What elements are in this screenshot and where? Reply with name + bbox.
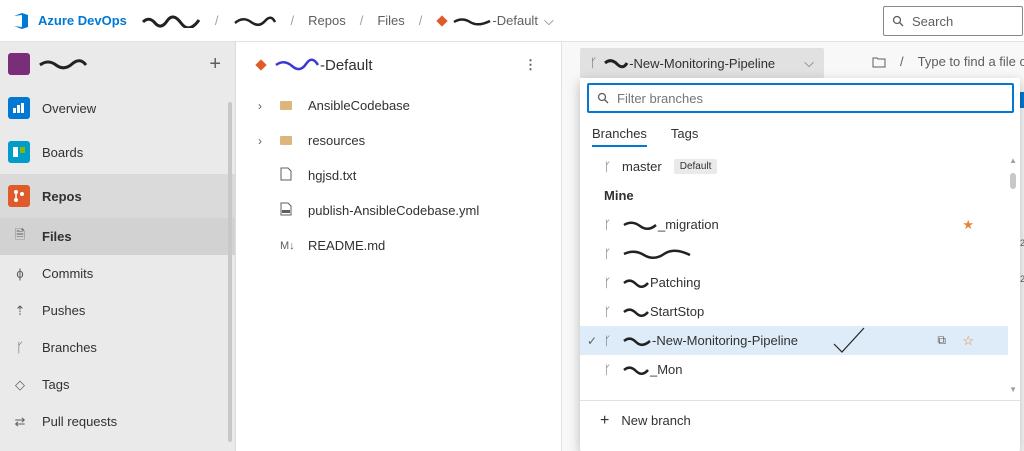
branch-icon: ᚴ	[604, 275, 612, 290]
project-avatar	[8, 53, 30, 75]
commits-icon: ϕ	[16, 266, 24, 281]
nav-tags[interactable]: ◇ Tags	[0, 366, 235, 403]
pushes-icon: ⇡	[14, 302, 26, 318]
copy-icon[interactable]: ⧉	[937, 333, 946, 348]
section-mine: Mine	[604, 188, 634, 203]
tab-branches[interactable]: Branches	[592, 126, 647, 147]
nav-pushes[interactable]: ⇡ Pushes	[0, 292, 235, 329]
git-icon	[436, 14, 449, 27]
path-bar[interactable]: / Type to find a file o	[872, 54, 1024, 69]
search-box[interactable]: Search	[883, 6, 1023, 36]
breadcrumb-project[interactable]: /	[215, 13, 277, 28]
branch-tabs: Branches Tags	[592, 126, 722, 147]
branch-icon: ᚴ	[604, 304, 612, 319]
check-icon: ✓	[587, 333, 598, 348]
add-icon[interactable]: +	[209, 53, 221, 76]
scroll-up-icon[interactable]: ▲	[1009, 156, 1017, 165]
tree-row-folder[interactable]: › AnsibleCodebase	[236, 88, 561, 123]
project-selector[interactable]: +	[0, 42, 235, 86]
tags-icon: ◇	[15, 376, 25, 392]
overview-icon	[8, 97, 30, 119]
pull-requests-icon: ⇄	[14, 413, 26, 429]
branch-item-selected[interactable]: ✓ ᚴ -New-Monitoring-Pipeline ⧉ ☆	[580, 326, 1008, 355]
filter-branches-field[interactable]	[587, 83, 1014, 113]
branches-icon: ᚴ	[16, 340, 24, 355]
yml-file-icon	[280, 202, 296, 219]
markdown-icon: M↓	[280, 239, 295, 252]
branch-item[interactable]: ᚴ	[580, 239, 1008, 268]
star-outline-icon[interactable]: ☆	[962, 333, 974, 349]
search-icon	[597, 92, 609, 104]
azure-devops-logo-icon[interactable]	[12, 12, 30, 30]
folder-icon	[280, 98, 296, 113]
tab-tags[interactable]: Tags	[671, 126, 698, 147]
new-branch-button[interactable]: + New branch	[580, 400, 1020, 440]
nav-files[interactable]: 🗎 Files	[0, 218, 235, 255]
repo-header[interactable]: -Default ⋮	[236, 42, 561, 88]
nav-overview[interactable]: Overview	[0, 86, 235, 130]
repos-icon	[8, 185, 30, 207]
branch-dropdown: Branches Tags ᚴ master Default Mine ᚴ _m…	[580, 78, 1020, 451]
branch-icon: ᚴ	[604, 362, 612, 377]
chevron-right-icon[interactable]: ›	[258, 134, 270, 148]
nav-commits[interactable]: ϕ Commits	[0, 255, 235, 292]
branch-icon: ᚴ	[604, 217, 612, 232]
branch-item[interactable]: ᚴ _migration ★	[580, 210, 1008, 239]
chevron-down-icon: ⌵	[804, 55, 814, 70]
handwritten-check-mark	[833, 327, 865, 353]
plus-icon: +	[600, 411, 610, 429]
search-placeholder: Search	[912, 13, 954, 29]
more-options-icon[interactable]: ⋮	[524, 57, 537, 73]
scroll-down-icon[interactable]: ▼	[1009, 385, 1017, 394]
edge-text: 2	[1020, 238, 1024, 248]
nav-boards[interactable]: Boards	[0, 130, 235, 174]
branch-list[interactable]: ᚴ master Default Mine ᚴ _migration ★ ᚴ ᚴ…	[580, 152, 1008, 397]
boards-icon	[8, 141, 30, 163]
tree-row-file[interactable]: publish-AnsibleCodebase.yml	[236, 193, 561, 228]
breadcrumb-files[interactable]: / Files	[360, 13, 405, 28]
breadcrumb-repo[interactable]: / -Default ⌵	[419, 13, 554, 29]
chevron-right-icon[interactable]: ›	[258, 99, 270, 113]
star-filled-icon[interactable]: ★	[962, 217, 974, 233]
brand-name[interactable]: Azure DevOps	[38, 13, 127, 28]
chevron-down-icon: ⌵	[543, 12, 554, 28]
branch-icon: ᚴ	[590, 56, 598, 70]
branch-item[interactable]: ᚴ StartStop	[580, 297, 1008, 326]
breadcrumb-repos[interactable]: / Repos	[291, 13, 346, 28]
search-icon	[892, 15, 904, 27]
folder-icon	[280, 133, 296, 148]
file-icon	[280, 167, 296, 184]
folder-outline-icon	[872, 57, 886, 67]
dropdown-scrollbar[interactable]	[1010, 173, 1016, 189]
top-bar: Azure DevOps / / Repos / Files / -Default …	[0, 0, 1024, 42]
find-file-input[interactable]: Type to find a file o	[918, 54, 1024, 69]
nav-repos[interactable]: Repos	[0, 174, 235, 218]
repo-name: -Default	[320, 56, 373, 74]
nav-pull-requests[interactable]: ⇄ Pull requests	[0, 403, 235, 440]
branch-selector-button[interactable]: ᚴ -New-Monitoring-Pipeline ⌵	[580, 48, 824, 78]
default-badge: Default	[673, 159, 718, 174]
branch-icon: ᚴ	[604, 333, 612, 348]
branch-item[interactable]: ᚴ Patching	[580, 268, 1008, 297]
nav-branches[interactable]: ᚴ Branches	[0, 329, 235, 366]
branch-item[interactable]: ᚴ _Mon	[580, 355, 1008, 384]
tree-row-file[interactable]: hgjsd.txt	[236, 158, 561, 193]
branch-icon: ᚴ	[604, 159, 612, 174]
left-sidebar: + Overview Boards Repos 🗎 Files ϕ Commit…	[0, 42, 236, 451]
file-tree-panel: -Default ⋮ › AnsibleCodebase › resources…	[236, 42, 562, 451]
files-icon: 🗎	[14, 226, 26, 242]
edge-text: 2	[1020, 274, 1024, 284]
breadcrumb-org[interactable]	[141, 14, 201, 28]
tree-row-file[interactable]: M↓ README.md	[236, 228, 561, 263]
branch-item-master[interactable]: ᚴ master Default	[580, 152, 1008, 181]
filter-branches-input[interactable]	[617, 90, 997, 106]
edge-button[interactable]	[1020, 92, 1024, 108]
tree-row-folder[interactable]: › resources	[236, 123, 561, 158]
git-icon	[255, 59, 267, 71]
sidebar-scrollbar[interactable]	[228, 102, 232, 442]
branch-icon: ᚴ	[604, 246, 612, 261]
